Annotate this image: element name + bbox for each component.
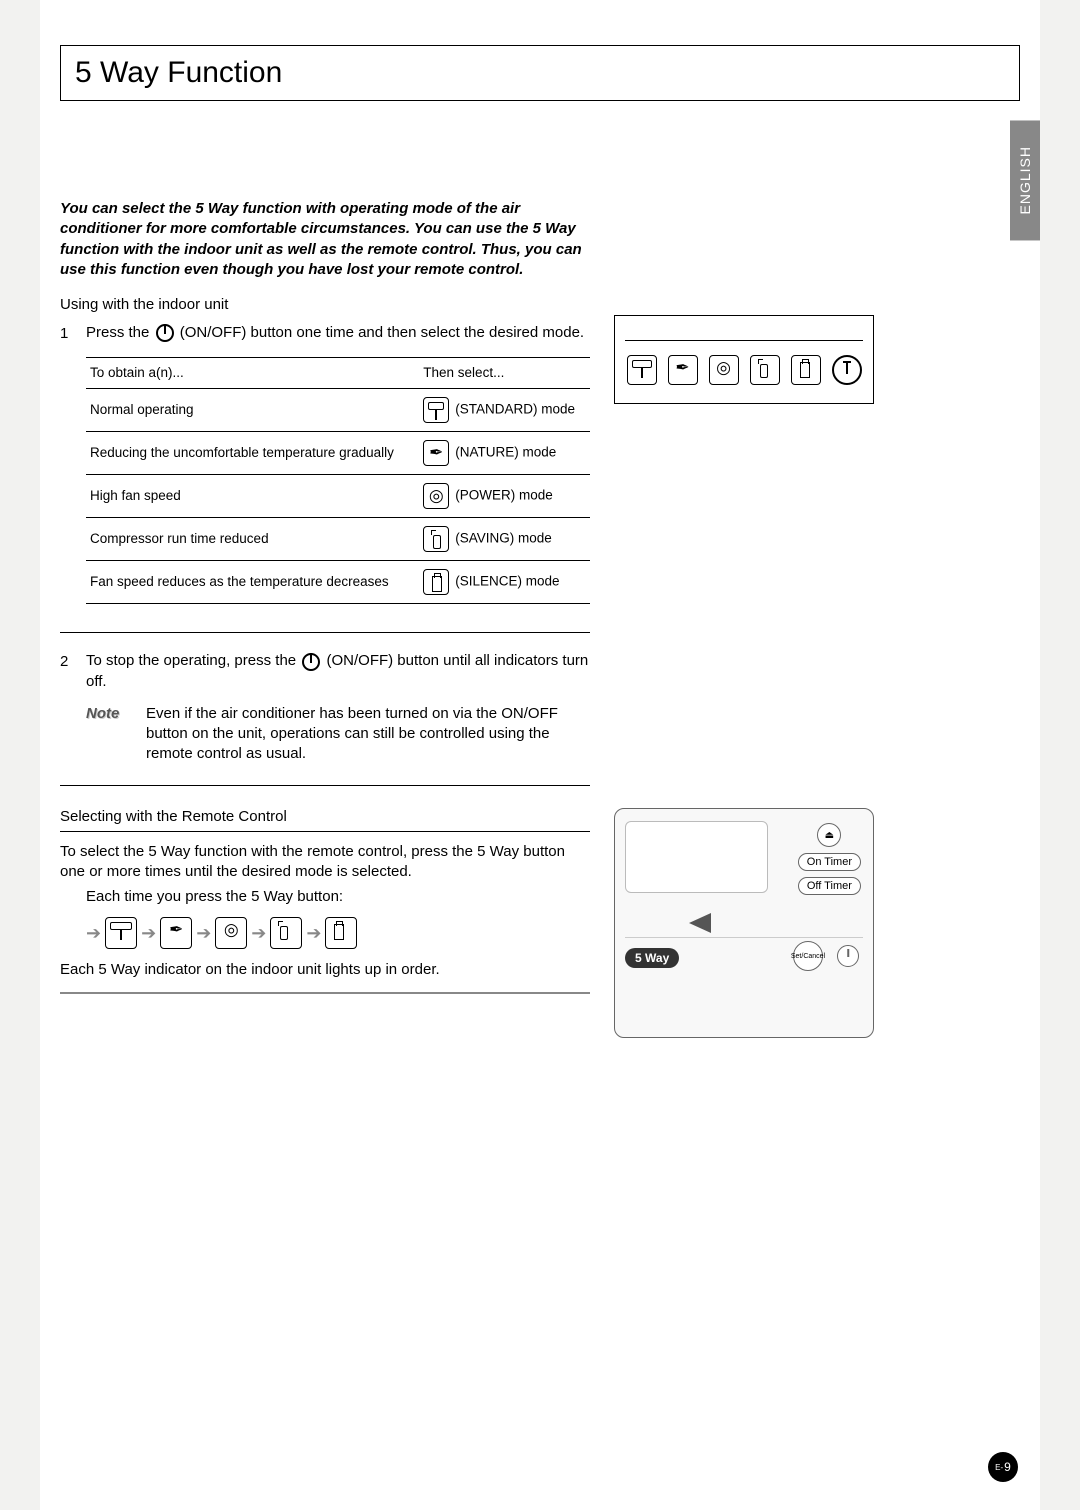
saving-icon xyxy=(270,917,302,949)
arrow-icon: ➔ xyxy=(196,923,211,944)
power-icon xyxy=(832,355,862,385)
nature-icon xyxy=(668,355,698,385)
arrow-icon: ➔ xyxy=(141,923,156,944)
separator xyxy=(60,831,590,832)
off-timer-button: Off Timer xyxy=(798,877,861,895)
mode-cycle-diagram: ➔ ➔ ➔ ➔ ➔ xyxy=(86,917,590,949)
nature-icon xyxy=(160,917,192,949)
set-cancel-button: Set/Cancel xyxy=(793,941,823,971)
five-way-button: 5 Way xyxy=(625,948,679,968)
section2-subtitle: Each time you press the 5 Way button: xyxy=(86,888,590,905)
mode-table: To obtain a(n)... Then select... Normal … xyxy=(86,357,590,604)
power-mode-icon xyxy=(423,483,449,509)
page-header: 5 Way Function xyxy=(60,45,1020,101)
section2-title: Selecting with the Remote Control xyxy=(60,808,590,825)
table-col1: To obtain a(n)... xyxy=(86,358,419,389)
section1-title: Using with the indoor unit xyxy=(60,296,590,313)
separator xyxy=(60,992,590,994)
note-label: Note xyxy=(86,704,146,765)
standard-icon xyxy=(627,355,657,385)
pointer-arrow-icon xyxy=(689,913,711,933)
arrow-icon: ➔ xyxy=(251,923,266,944)
table-col2: Then select... xyxy=(419,358,590,389)
power-icon xyxy=(302,653,320,671)
step-number: 2 xyxy=(60,651,86,764)
separator xyxy=(60,785,590,786)
note-body: Even if the air conditioner has been tur… xyxy=(146,704,590,765)
power-mode-icon xyxy=(709,355,739,385)
intro-paragraph: You can select the 5 Way function with o… xyxy=(60,199,590,280)
table-row: Compressor run time reduced (SAVING) mod… xyxy=(86,518,590,561)
on-timer-button: On Timer xyxy=(798,853,861,871)
indoor-unit-panel xyxy=(614,315,874,404)
silence-icon xyxy=(325,917,357,949)
silence-icon xyxy=(791,355,821,385)
page-number: E-9 xyxy=(988,1452,1018,1482)
remote-screen xyxy=(625,821,768,893)
section2-body: To select the 5 Way function with the re… xyxy=(60,842,590,883)
section2-footer: Each 5 Way indicator on the indoor unit … xyxy=(60,961,590,978)
saving-icon xyxy=(423,526,449,552)
standard-icon xyxy=(105,917,137,949)
arrow-icon: ➔ xyxy=(86,923,101,944)
step2-body: To stop the operating, press the (ON/OFF… xyxy=(86,651,590,764)
step-number: 1 xyxy=(60,323,86,604)
table-row: High fan speed (POWER) mode xyxy=(86,475,590,518)
arrow-icon: ➔ xyxy=(306,923,321,944)
standard-icon xyxy=(423,397,449,423)
power-mode-icon xyxy=(215,917,247,949)
page-title: 5 Way Function xyxy=(75,56,1005,90)
nature-icon xyxy=(423,440,449,466)
separator xyxy=(60,632,590,633)
saving-icon xyxy=(750,355,780,385)
power-icon xyxy=(156,324,174,342)
silence-icon xyxy=(423,569,449,595)
step1-body: Press the (ON/OFF) button one time and t… xyxy=(86,323,590,604)
table-row: Fan speed reduces as the temperature dec… xyxy=(86,561,590,604)
remote-control-diagram: ⏏ On Timer Off Timer 5 Way Set/Cancel xyxy=(614,808,874,1038)
table-row: Reducing the uncomfortable temperature g… xyxy=(86,432,590,475)
language-tab: ENGLISH xyxy=(1010,120,1040,240)
eject-icon: ⏏ xyxy=(817,823,841,847)
table-row: Normal operating (STANDARD) mode xyxy=(86,389,590,432)
power-icon xyxy=(837,945,859,967)
